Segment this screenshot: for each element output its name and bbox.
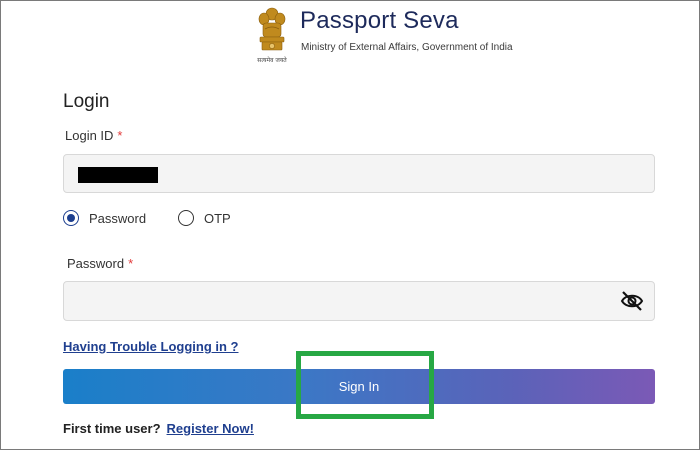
first-time-text: First time user? bbox=[63, 421, 161, 436]
login-heading: Login bbox=[63, 91, 110, 112]
redacted-login-id bbox=[78, 167, 158, 183]
header: सत्यमेव जयते Passport Seva Ministry of E… bbox=[255, 5, 575, 65]
radio-unchecked-icon bbox=[178, 210, 194, 226]
eye-slash-icon[interactable] bbox=[620, 290, 644, 312]
brand-title: Passport Seva bbox=[300, 7, 459, 34]
national-emblem-icon bbox=[258, 7, 286, 51]
required-marker: * bbox=[128, 256, 134, 271]
required-marker: * bbox=[117, 128, 123, 143]
register-now-link[interactable]: Register Now! bbox=[167, 421, 254, 436]
register-row: First time user? Register Now! bbox=[63, 421, 254, 436]
login-id-label: Login ID * bbox=[65, 128, 122, 143]
radio-password[interactable]: Password bbox=[63, 210, 146, 226]
brand-subtitle: Ministry of External Affairs, Government… bbox=[301, 42, 513, 53]
radio-password-label: Password bbox=[89, 210, 147, 226]
password-label: Password * bbox=[67, 256, 133, 271]
login-page: सत्यमेव जयते Passport Seva Ministry of E… bbox=[0, 0, 700, 450]
login-id-input[interactable] bbox=[63, 154, 655, 193]
radio-otp[interactable]: OTP bbox=[178, 210, 231, 226]
password-label-text: Password bbox=[67, 256, 125, 271]
login-id-label-text: Login ID bbox=[65, 128, 114, 143]
trouble-logging-link[interactable]: Having Trouble Logging in ? bbox=[63, 339, 239, 354]
sign-in-highlight bbox=[296, 351, 434, 419]
password-input[interactable] bbox=[63, 281, 655, 321]
emblem-motto: सत्यमेव जयते bbox=[257, 57, 287, 64]
radio-otp-label: OTP bbox=[204, 210, 231, 226]
radio-checked-icon bbox=[63, 210, 79, 226]
